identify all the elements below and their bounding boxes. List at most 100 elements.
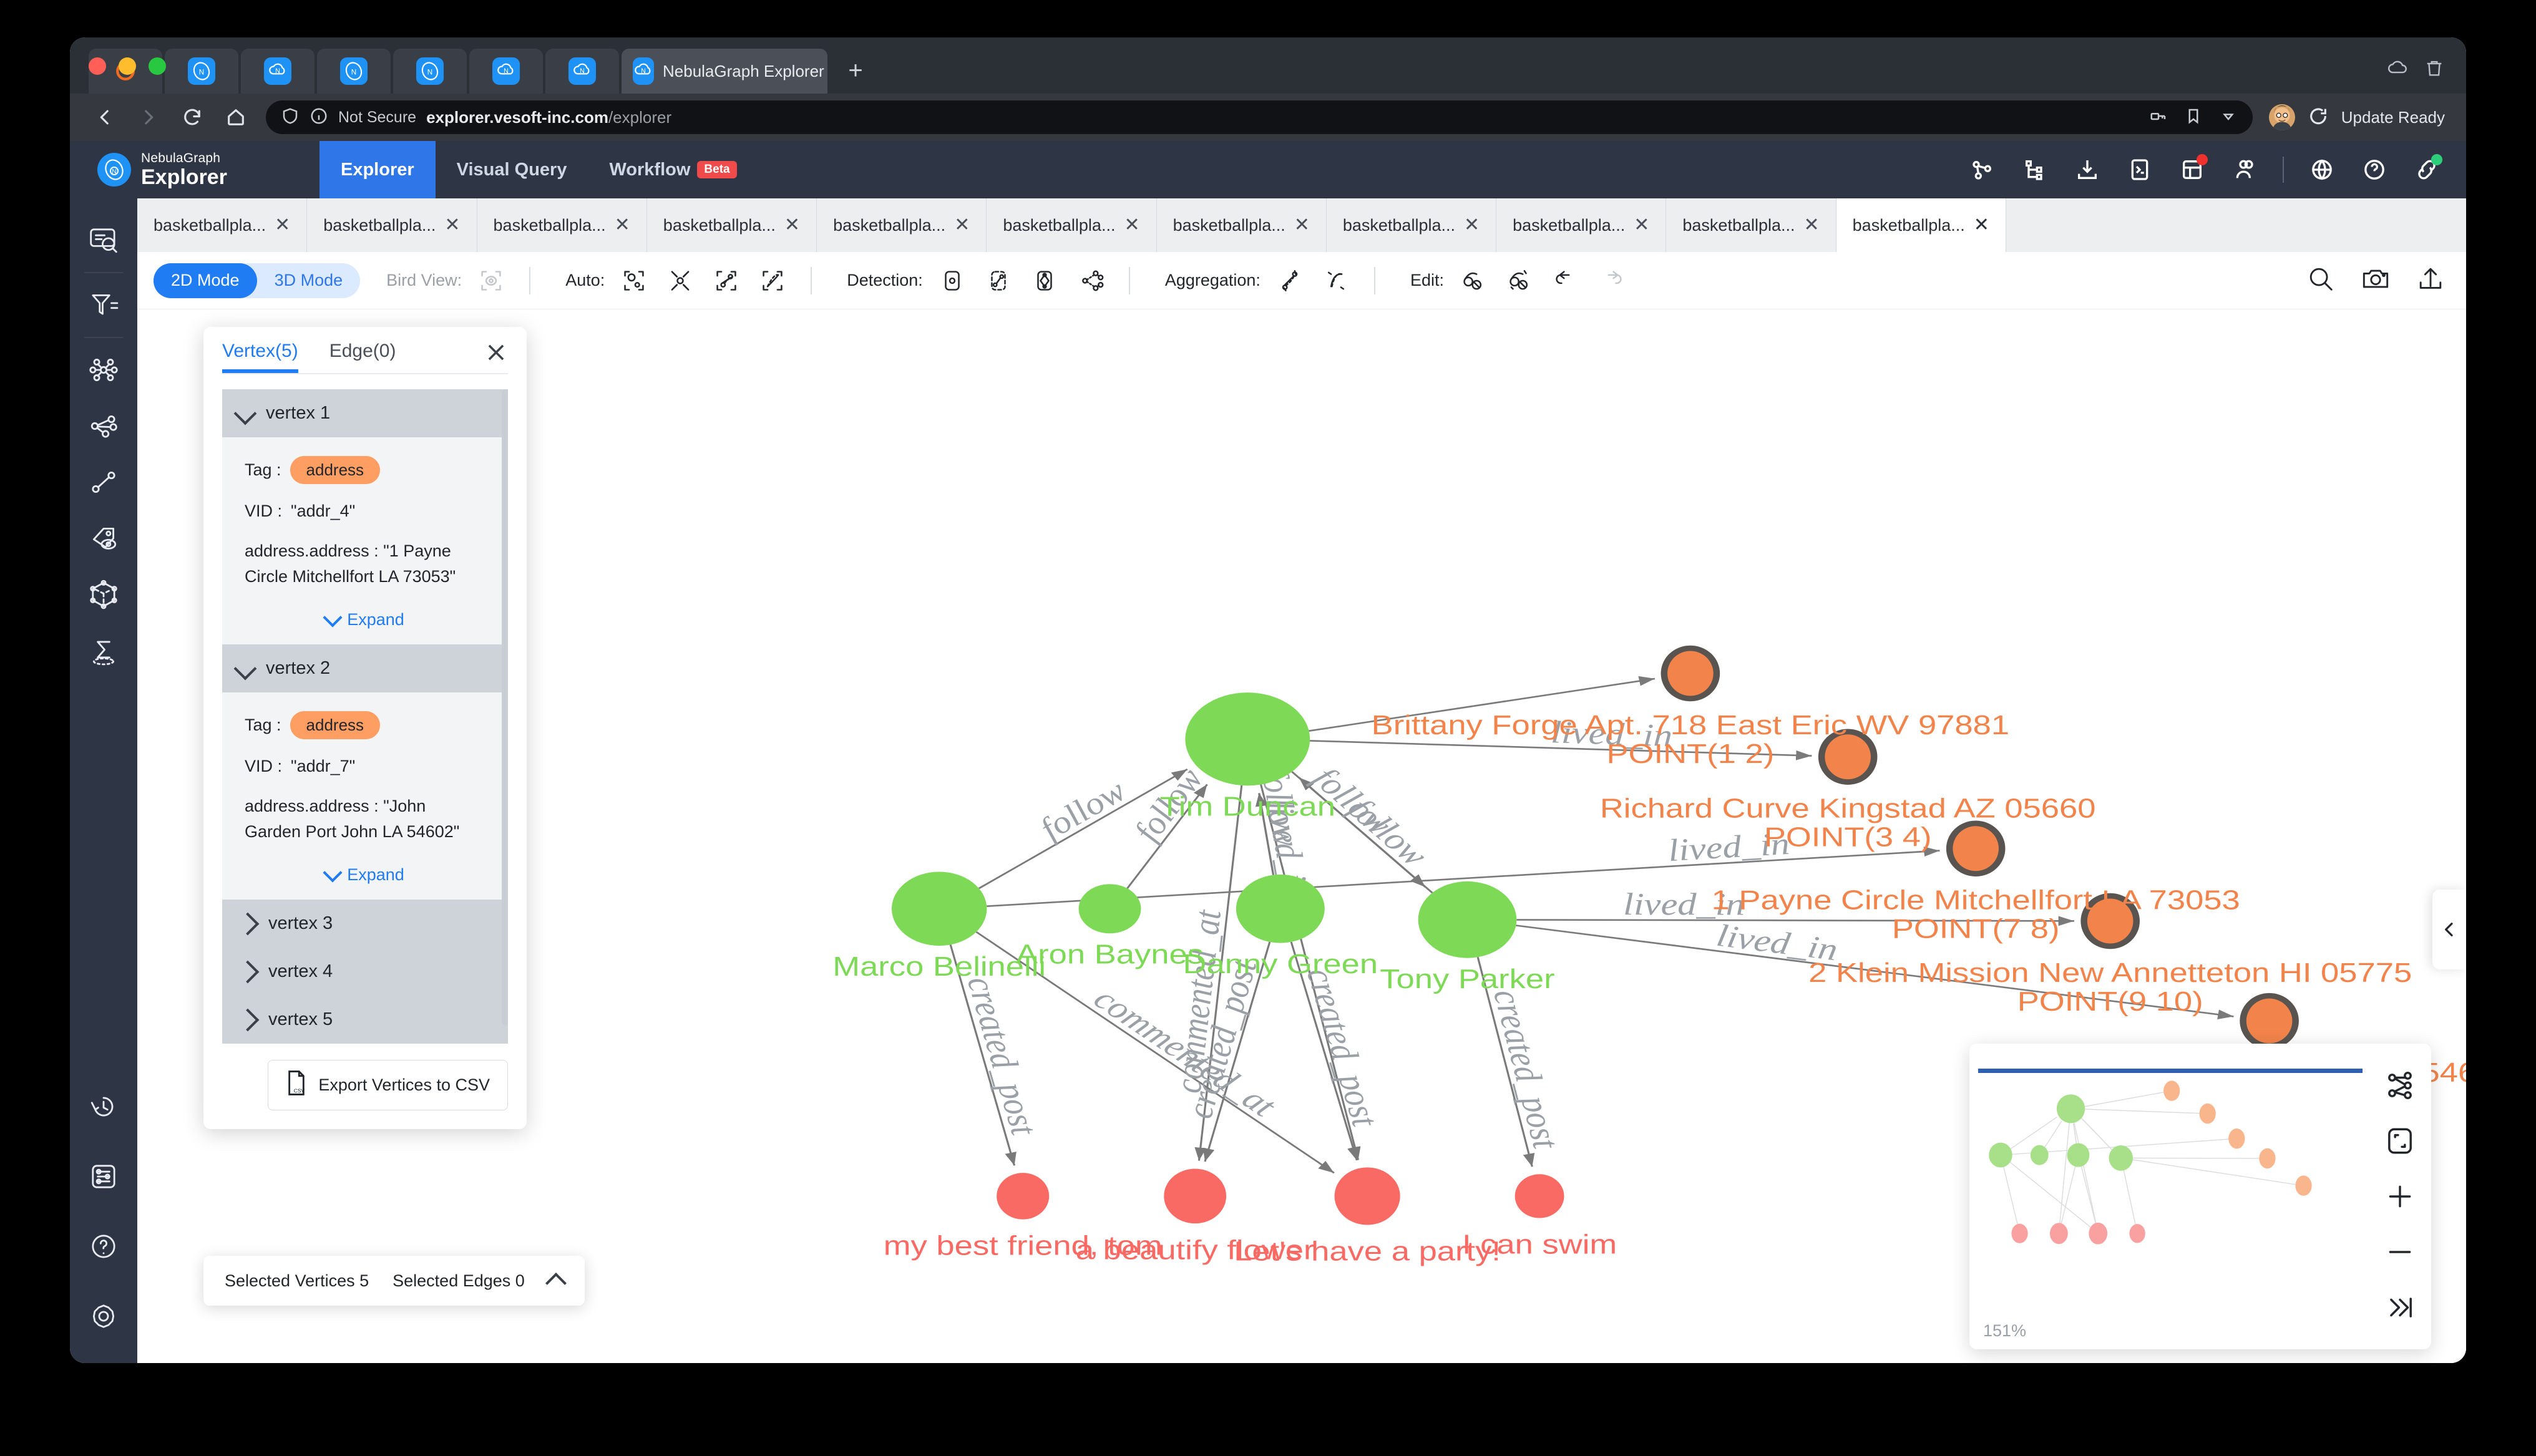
graph-tab[interactable]: basketballpla... ✕ xyxy=(1157,198,1327,252)
detect-cycle-icon[interactable] xyxy=(1028,264,1061,298)
browser-tab-6[interactable]: N xyxy=(469,49,543,94)
auto-collapse-icon[interactable] xyxy=(663,264,697,298)
graph-node[interactable] xyxy=(1661,645,1720,702)
dashboard-icon[interactable] xyxy=(2178,154,2208,184)
cube-icon[interactable] xyxy=(80,571,127,618)
browser-tab-4[interactable]: N xyxy=(317,49,391,94)
search-icon[interactable] xyxy=(2306,265,2335,296)
app-logo[interactable]: N NebulaGraph Explorer xyxy=(70,152,319,188)
graph-tab[interactable]: basketballpla... ✕ xyxy=(1666,198,1836,252)
minimap-panel[interactable]: 151% xyxy=(1969,1044,2431,1349)
vertex-1-header[interactable]: vertex 1 xyxy=(222,389,508,437)
avatar[interactable] xyxy=(2268,104,2295,130)
tag-eye-icon[interactable] xyxy=(80,515,127,562)
tab-vertex[interactable]: Vertex(5) xyxy=(222,341,298,373)
share-graph-icon[interactable] xyxy=(80,402,127,450)
home-button[interactable] xyxy=(222,104,250,131)
graph-node[interactable] xyxy=(1236,874,1325,943)
close-icon[interactable]: ✕ xyxy=(275,216,290,235)
undo-icon[interactable] xyxy=(1549,264,1583,298)
vertex-5-header[interactable]: vertex 5 xyxy=(222,996,508,1044)
graph-node[interactable] xyxy=(997,1173,1050,1220)
auto-edge-solid-icon[interactable] xyxy=(710,264,743,298)
graph-node[interactable] xyxy=(1946,820,2006,876)
browser-tab-active[interactable]: N NebulaGraph Explorer xyxy=(622,49,827,94)
view-mode-switch[interactable]: 2D Mode 3D Mode xyxy=(154,263,361,298)
tab-edge[interactable]: Edge(0) xyxy=(329,341,396,373)
browser-tab-5[interactable]: N xyxy=(393,49,467,94)
nav-workflow[interactable]: Workflow Beta xyxy=(588,141,758,198)
graph-tab[interactable]: basketballpla... ✕ xyxy=(477,198,647,252)
close-icon[interactable]: ✕ xyxy=(1974,216,1989,235)
bookmark-icon[interactable] xyxy=(2184,107,2203,129)
vertex-list[interactable]: vertex 1 Tag : address VID : "addr_4" ad… xyxy=(222,389,508,1044)
back-button[interactable] xyxy=(91,104,119,131)
close-icon[interactable]: ✕ xyxy=(1464,216,1480,235)
vertex-2-expand-button[interactable]: Expand xyxy=(245,861,485,887)
filter-icon[interactable] xyxy=(80,281,127,329)
layout-icon[interactable] xyxy=(2381,1066,2419,1105)
aggregate-expand-icon[interactable] xyxy=(1319,264,1353,298)
close-window-button[interactable] xyxy=(89,57,106,75)
zoom-out-icon[interactable] xyxy=(2381,1233,2419,1271)
browser-tab-7[interactable]: N xyxy=(545,49,619,94)
chevron-down-icon[interactable] xyxy=(2219,107,2238,129)
detect-cluster-icon[interactable] xyxy=(1074,264,1108,298)
graph-canvas[interactable]: follow follow follow follow follow lived_in li… xyxy=(137,309,2466,1363)
vertex-1-expand-button[interactable]: Expand xyxy=(245,606,485,632)
search-card-icon[interactable] xyxy=(80,216,127,264)
close-icon[interactable]: ✕ xyxy=(784,216,800,235)
detect-path-icon[interactable] xyxy=(982,264,1015,298)
export-vertices-csv-button[interactable]: CSV Export Vertices to CSV xyxy=(268,1060,508,1110)
star-graph-icon[interactable] xyxy=(80,346,127,394)
graph-tab[interactable]: basketballpla... ✕ xyxy=(987,198,1157,252)
close-icon[interactable]: ✕ xyxy=(1634,216,1649,235)
selection-status-bar[interactable]: Selected Vertices 5 Selected Edges 0 xyxy=(203,1256,585,1306)
close-icon[interactable]: ✕ xyxy=(615,216,630,235)
panel-scrollbar[interactable] xyxy=(502,389,508,1026)
hide-subtree-icon[interactable] xyxy=(1503,264,1536,298)
graph-tab[interactable]: basketballpla... ✕ xyxy=(647,198,817,252)
bird-view-icon[interactable] xyxy=(474,264,508,298)
globe-icon[interactable] xyxy=(2308,155,2336,184)
update-icon[interactable] xyxy=(2308,105,2329,130)
forward-button[interactable] xyxy=(135,104,162,131)
graph-tab-active[interactable]: basketballpla... ✕ xyxy=(1836,198,2006,252)
collapse-icon[interactable] xyxy=(2381,1288,2419,1327)
redo-icon[interactable] xyxy=(1595,264,1629,298)
reload-button[interactable] xyxy=(178,104,206,131)
new-tab-button[interactable]: + xyxy=(839,54,872,87)
close-icon[interactable]: ✕ xyxy=(1804,216,1820,235)
graph-node[interactable] xyxy=(1418,881,1517,958)
graph-node[interactable] xyxy=(1185,692,1310,786)
hide-node-icon[interactable] xyxy=(1456,264,1490,298)
console-icon[interactable] xyxy=(2125,155,2154,184)
close-icon[interactable]: ✕ xyxy=(954,216,970,235)
sigma-icon[interactable] xyxy=(80,627,127,674)
close-icon[interactable]: ✕ xyxy=(444,216,460,235)
upload-icon[interactable] xyxy=(2416,265,2445,296)
help-circle-icon[interactable] xyxy=(80,1223,127,1270)
help-icon[interactable] xyxy=(2360,155,2389,184)
camera-icon[interactable] xyxy=(2361,265,2390,296)
mode-3d-button[interactable]: 3D Mode xyxy=(257,263,361,298)
tree-icon[interactable] xyxy=(2021,155,2049,184)
vertex-4-header[interactable]: vertex 4 xyxy=(222,948,508,996)
graph-node[interactable] xyxy=(1334,1167,1400,1225)
info-icon[interactable] xyxy=(310,107,328,129)
settings-list-icon[interactable] xyxy=(80,1153,127,1200)
auto-select-nodes-icon[interactable] xyxy=(617,264,651,298)
maximize-window-button[interactable] xyxy=(149,57,166,75)
graph-tab[interactable]: basketballpla... ✕ xyxy=(307,198,477,252)
nav-visual-query[interactable]: Visual Query xyxy=(436,141,588,198)
graph-node[interactable] xyxy=(1078,884,1141,934)
browser-tab-3[interactable]: N xyxy=(241,49,315,94)
chevron-up-icon[interactable] xyxy=(545,1273,567,1294)
zoom-in-icon[interactable] xyxy=(2381,1177,2419,1216)
graph-node[interactable] xyxy=(1164,1168,1227,1224)
mode-2d-button[interactable]: 2D Mode xyxy=(154,263,257,298)
minimap-view[interactable]: 151% xyxy=(1969,1044,2369,1349)
password-key-icon[interactable] xyxy=(2149,107,2168,129)
graph-tab[interactable]: basketballpla... ✕ xyxy=(1496,198,1667,252)
right-panel-collapse-handle[interactable] xyxy=(2432,890,2466,969)
